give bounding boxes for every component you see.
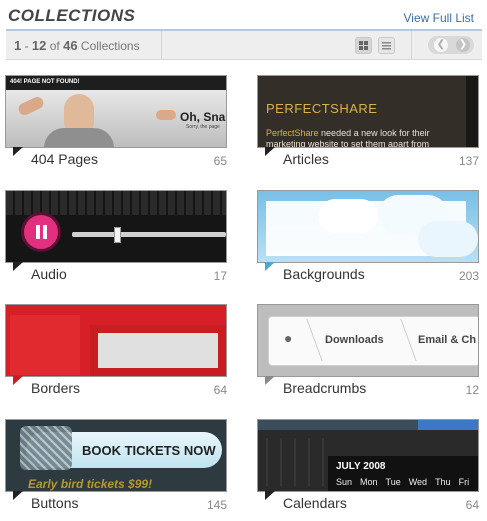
thumb-topbar-accent — [418, 420, 478, 430]
collection-thumbnail[interactable]: BOOK TICKETS NOW Early bird tickets $99! — [5, 419, 227, 492]
collection-label[interactable]: 404 Pages — [31, 151, 98, 167]
label-tail — [265, 262, 275, 271]
range-indicator: 1 - 12 of 46 Collections — [14, 38, 140, 53]
thumb-headline: Oh, Sna — [180, 110, 226, 124]
pager: ❮ ❯ — [428, 36, 474, 54]
thumb-banner-text: 404! PAGE NOT FOUND! — [10, 79, 80, 85]
range-start: 1 — [14, 38, 22, 53]
collection-card-audio[interactable]: Audio 17 — [5, 190, 227, 290]
equalizer-bars — [6, 191, 226, 215]
collection-label[interactable]: Buttons — [31, 495, 78, 511]
label-tail — [265, 376, 275, 385]
calendar-month: JULY 2008 — [336, 461, 386, 472]
label-tail — [13, 376, 23, 385]
label-tail — [13, 491, 23, 500]
collection-label[interactable]: Articles — [283, 151, 329, 167]
collection-card-404-pages[interactable]: 404! PAGE NOT FOUND! Oh, Sna Sorry, the … — [5, 75, 227, 175]
collection-label[interactable]: Borders — [31, 380, 80, 396]
collection-card-buttons[interactable]: BOOK TICKETS NOW Early bird tickets $99!… — [5, 419, 227, 519]
collection-count: 137 — [458, 154, 479, 168]
range-of: of — [49, 39, 60, 53]
calendar-weekdays: Sun Mon Tue Wed Thu Fri — [336, 477, 478, 487]
collection-thumbnail[interactable] — [5, 304, 227, 377]
collection-count: 12 — [465, 383, 479, 397]
view-full-list-link[interactable]: View Full List — [404, 11, 474, 25]
thumb-subtext: Sorry, the page — [186, 124, 220, 130]
range-dash: - — [24, 39, 29, 53]
cloud — [318, 199, 378, 233]
collection-count: 203 — [458, 269, 479, 283]
apple-icon: ● — [284, 330, 293, 346]
thumb-pattern — [266, 438, 328, 486]
weekday: Sun — [336, 477, 353, 487]
thumb-sidebar — [466, 76, 478, 147]
collection-label[interactable]: Breadcrumbs — [283, 380, 366, 396]
collection-thumbnail[interactable]: 404! PAGE NOT FOUND! Oh, Sna Sorry, the … — [5, 75, 227, 148]
prev-page-button[interactable]: ❮ — [434, 38, 448, 52]
pause-icon — [36, 225, 47, 239]
next-page-button[interactable]: ❯ — [456, 38, 470, 52]
weekday: Thu — [435, 477, 451, 487]
list-view-button[interactable] — [378, 37, 395, 54]
cart-icon — [20, 426, 72, 470]
collection-thumbnail[interactable]: JULY 2008 Sun Mon Tue Wed Thu Fri — [257, 419, 479, 492]
collection-label[interactable]: Backgrounds — [283, 266, 365, 282]
cloud — [418, 221, 478, 257]
thumb-title: PERFECTSHARE — [266, 101, 378, 116]
person-hand — [156, 110, 176, 120]
list-icon — [382, 42, 391, 50]
collection-thumbnail[interactable] — [5, 190, 227, 263]
collection-thumbnail[interactable]: ● Downloads Email & Ch — [257, 304, 479, 377]
thumb-body-highlight: PerfectShare — [266, 128, 319, 138]
range-end: 12 — [31, 38, 47, 53]
thumb-button-text: BOOK TICKETS NOW — [82, 443, 216, 458]
weekday: Fri — [458, 477, 470, 487]
collection-label[interactable]: Calendars — [283, 495, 347, 511]
thumb-tagline: Early bird tickets $99! — [28, 477, 153, 491]
thumb-body-text: PerfectShare needed a new look for their… — [266, 128, 461, 147]
person-body — [44, 128, 114, 147]
label-tail — [265, 147, 275, 156]
collections-header: COLLECTIONS View Full List — [0, 0, 487, 30]
thumb-crumb: Downloads — [325, 334, 384, 346]
collection-card-backgrounds[interactable]: Backgrounds 203 — [257, 190, 479, 290]
weekday: Mon — [360, 477, 378, 487]
collection-label[interactable]: Audio — [31, 266, 67, 282]
thumb-block — [10, 315, 80, 375]
weekday: Tue — [385, 477, 401, 487]
collection-card-calendars[interactable]: JULY 2008 Sun Mon Tue Wed Thu Fri Calend… — [257, 419, 479, 519]
thumb-crumb: Email & Ch — [418, 334, 477, 346]
person-head — [64, 94, 94, 132]
collection-card-articles[interactable]: PERFECTSHARE PerfectShare needed a new l… — [257, 75, 479, 175]
collection-count: 145 — [206, 498, 227, 512]
range-total: 46 — [63, 38, 78, 53]
grid-icon — [359, 41, 368, 50]
progress-track — [72, 232, 226, 237]
progress-handle — [114, 227, 121, 243]
label-tail — [13, 147, 23, 156]
collection-count: 17 — [213, 269, 227, 283]
collection-count: 65 — [213, 154, 227, 168]
thumb-frame — [90, 325, 226, 376]
page-title: COLLECTIONS — [8, 6, 136, 25]
collection-thumbnail[interactable]: PERFECTSHARE PerfectShare needed a new l… — [257, 75, 479, 148]
chevron-right-icon: ❯ — [458, 39, 468, 50]
label-tail — [265, 491, 275, 500]
collection-count: 64 — [213, 383, 227, 397]
collection-card-breadcrumbs[interactable]: ● Downloads Email & Ch Breadcrumbs 12 — [257, 304, 479, 404]
play-pause-button — [24, 215, 58, 249]
weekday: Wed — [408, 477, 428, 487]
collections-toolbar: 1 - 12 of 46 Collections ❮ ❯ — [6, 31, 482, 60]
label-tail — [13, 262, 23, 271]
collection-thumbnail[interactable] — [257, 190, 479, 263]
collection-count: 64 — [465, 498, 479, 512]
toolbar-separator — [411, 31, 412, 59]
grid-view-button[interactable] — [355, 37, 372, 54]
range-unit: Collections — [80, 39, 140, 53]
toolbar-separator — [161, 31, 162, 59]
collection-card-borders[interactable]: Borders 64 — [5, 304, 227, 404]
chevron-left-icon: ❮ — [436, 39, 446, 50]
